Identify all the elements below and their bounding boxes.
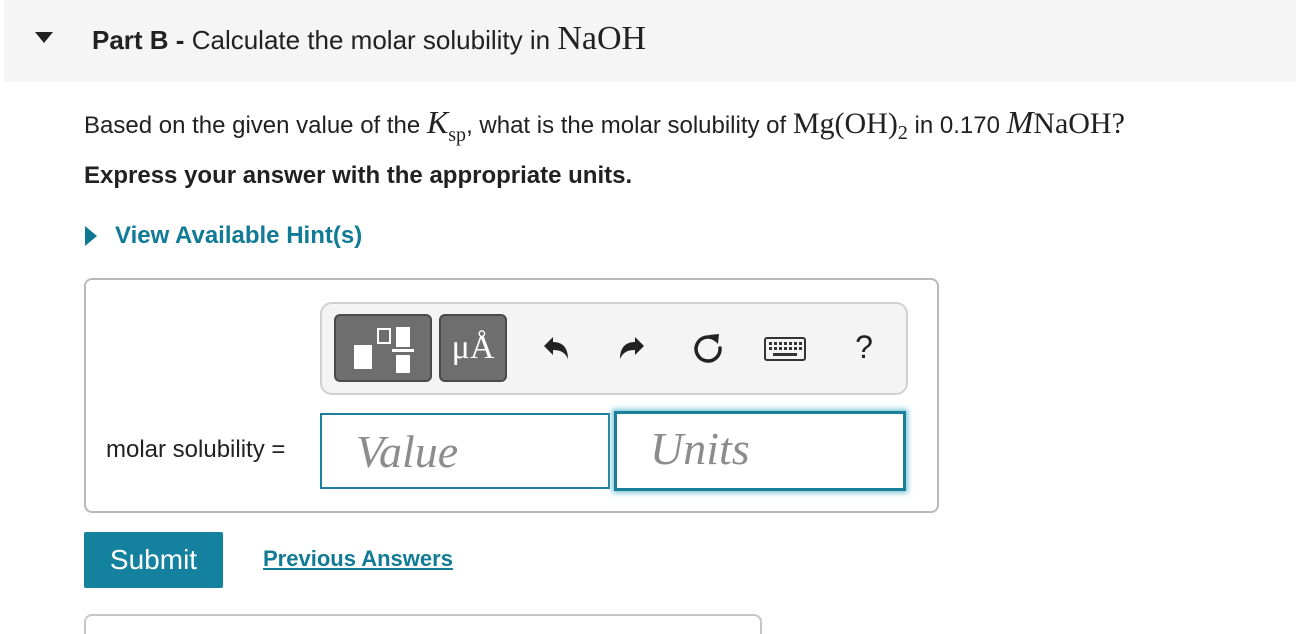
- question-mark: ?: [1111, 107, 1125, 140]
- submit-button[interactable]: Submit: [84, 532, 223, 588]
- math-toolbar: μÅ ?: [320, 302, 908, 395]
- compound-formula: Mg(OH)2: [792, 107, 908, 144]
- units-placeholder: Units: [650, 423, 750, 474]
- keyboard-icon: [764, 337, 806, 361]
- reset-icon: [694, 334, 722, 363]
- k-letter: K: [426, 104, 449, 140]
- value-input[interactable]: Value: [320, 413, 610, 489]
- ksp-symbol: Ksp: [426, 104, 466, 146]
- redo-icon: [620, 337, 644, 359]
- question-text-mid: , what is the molar solubility of: [466, 112, 787, 139]
- k-subscript: sp: [448, 124, 467, 146]
- answer-panel: μÅ ? molar solubility = Value Units: [84, 278, 939, 513]
- redo-button[interactable]: [612, 328, 652, 368]
- view-hints-toggle[interactable]: View Available Hint(s): [84, 222, 362, 250]
- reset-button[interactable]: [688, 328, 728, 368]
- undo-button[interactable]: [536, 328, 576, 368]
- part-title-formula: NaOH: [557, 20, 647, 57]
- compound-subscript: 2: [897, 122, 908, 144]
- question-text: Based on the given value of the Ksp, wha…: [84, 104, 1125, 147]
- templates-icon: [354, 327, 414, 373]
- feedback-panel: [84, 614, 762, 634]
- units-input[interactable]: Units: [614, 411, 906, 491]
- collapse-caret-icon[interactable]: [32, 28, 56, 48]
- templates-button[interactable]: [334, 314, 432, 382]
- keyboard-button[interactable]: [762, 334, 808, 364]
- units-button[interactable]: μÅ: [439, 314, 507, 382]
- value-placeholder: Value: [356, 426, 459, 477]
- previous-answers-link[interactable]: Previous Answers: [263, 546, 453, 572]
- caret-right-icon: [85, 226, 97, 246]
- view-hints-label: View Available Hint(s): [115, 222, 363, 249]
- compound-name: Mg(OH): [792, 107, 898, 140]
- part-header: Part B - Calculate the molar solubility …: [0, 0, 1296, 82]
- instructions: Express your answer with the appropriate…: [84, 162, 633, 189]
- solvent-formula: NaOH: [1033, 107, 1112, 140]
- part-title: Part B - Calculate the molar solubility …: [92, 20, 646, 58]
- undo-icon: [544, 337, 568, 359]
- part-title-text: Calculate the molar solubility in: [191, 25, 551, 55]
- answer-label: molar solubility =: [106, 436, 286, 463]
- part-label: Part B -: [92, 25, 185, 55]
- help-button[interactable]: ?: [844, 322, 884, 372]
- question-text-before: Based on the given value of the: [84, 112, 421, 139]
- molarity-unit: M: [1006, 104, 1034, 140]
- question-text-in: in 0.170: [914, 112, 1000, 139]
